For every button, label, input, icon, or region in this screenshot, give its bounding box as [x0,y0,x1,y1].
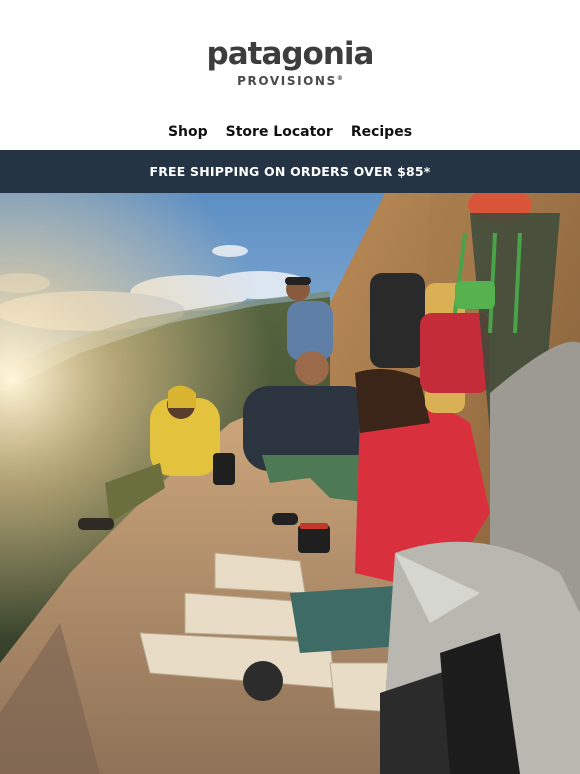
hero-photo-illustration [0,193,580,774]
shipping-banner[interactable]: FREE SHIPPING ON ORDERS OVER $85* [0,150,580,193]
nav-link-recipes[interactable]: Recipes [351,122,412,142]
nav-link-shop[interactable]: Shop [168,122,208,142]
brand-subtitle: PROVISIONS® [0,74,580,88]
brand-wordmark: patagonia [206,36,375,72]
nav-link-store-locator[interactable]: Store Locator [226,122,333,142]
brand-logo[interactable]: patagonia PROVISIONS® [0,36,580,88]
pot-lid [243,661,283,701]
email-header: patagonia PROVISIONS® Shop Store Locator… [0,0,580,150]
registered-mark: ® [336,75,343,82]
hero-image[interactable] [0,193,580,774]
shipping-banner-text: FREE SHIPPING ON ORDERS OVER $85* [149,164,431,179]
brand-subtitle-text: PROVISIONS [237,74,337,88]
main-nav: Shop Store Locator Recipes [0,122,580,142]
